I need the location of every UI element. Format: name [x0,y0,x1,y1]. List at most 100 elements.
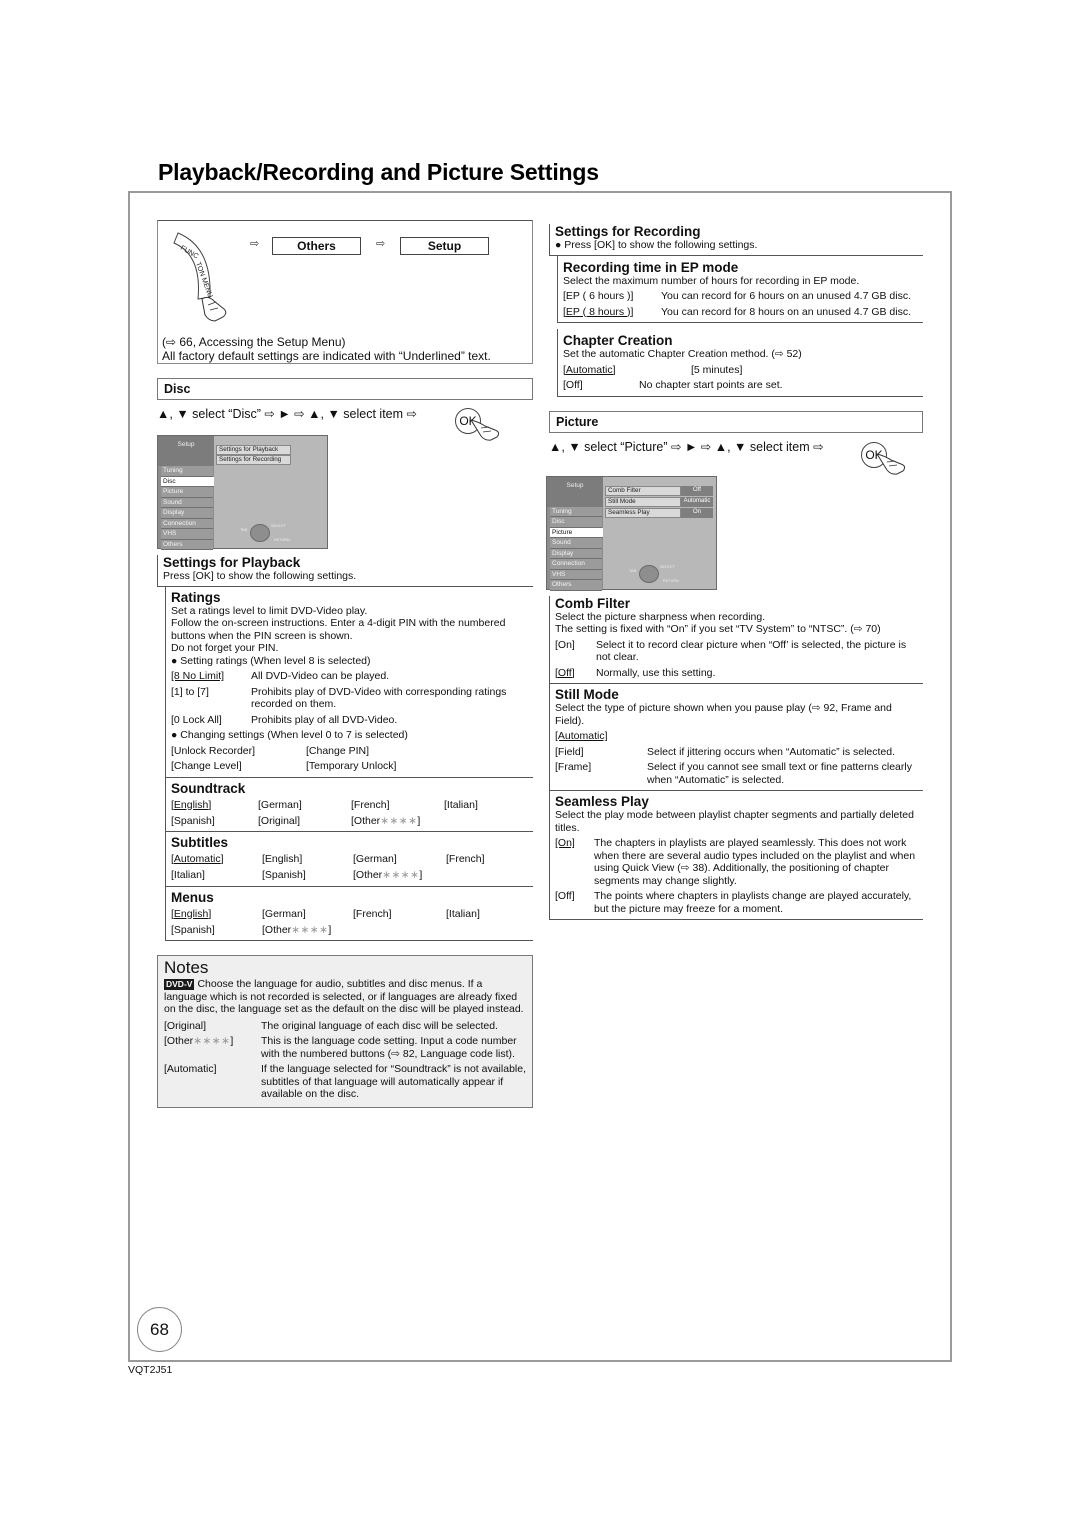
comb-filter-block: Comb Filter Select the picture sharpness… [549,595,923,684]
ep-option-desc: You can record for 6 hours on an unused … [661,290,912,302]
sidebar-item-display[interactable]: Display [550,548,602,559]
subtitles-options: [Automatic] [English] [German] [French] [Ita… [171,853,533,882]
sidebar-item-sound[interactable]: Sound [550,538,602,549]
sidebar-item-picture[interactable]: Picture [161,487,213,498]
soundtrack-option-german: [German] [258,798,302,811]
sidebar-item-tuning[interactable]: Tuning [161,466,213,477]
others-button[interactable]: Others [272,237,361,255]
sidebar-item-connection[interactable]: Connection [161,518,213,529]
menus-option-english: [English] [171,907,212,920]
temporary-unlock-option: [Temporary Unlock] [306,760,397,772]
still-mode-default-row: [Automatic] [555,730,923,743]
sidebar-item-disc[interactable]: Disc [550,517,602,528]
sidebar-item-connection[interactable]: Connection [550,559,602,570]
settings-for-playback-desc: Press [OK] to show the following setting… [163,570,357,582]
sidebar-item-picture[interactable]: Picture [550,527,603,538]
change-level-option: [Change Level] [171,760,242,772]
subtitles-option-english: [English] [262,853,303,865]
soundtrack-options: [English] [German] [French] [Italian] [Spani… [171,799,533,828]
notes-item-desc: If the language selected for “Soundtrack… [261,1063,526,1100]
ratings-option-desc: Prohibits play of DVD-Video with corresp… [251,685,507,711]
comb-filter-heading: Comb Filter [555,595,631,611]
ep-mode-block: Recording time in EP mode Select the max… [557,255,923,323]
subtitles-heading: Subtitles [171,835,229,850]
function-menu-box: FUNC TON MENU ⇨ Others ⇨ Setup (⇨ 66, Ac… [157,220,533,364]
settings-for-recording-option[interactable]: Settings for Recording [216,455,291,465]
ratings-option-key: [1] to [7] [171,685,209,698]
still-mode-option-desc: Select if you cannot see small text or f… [647,761,912,786]
setup-sidebar: Setup Tuning Disc Picture Sound Display … [158,436,214,550]
chapter-creation-desc: Set the automatic Chapter Creation metho… [563,348,802,360]
menus-heading: Menus [171,889,214,905]
arrow-icon: ⇨ [376,238,386,250]
still-mode-value: Automatic [681,496,713,507]
setup-button[interactable]: Setup [400,237,489,255]
chapter-5min-option: [5 minutes] [691,363,743,376]
menus-block: Menus [English] [German] [French] [Italian]… [165,886,533,941]
seamless-play-option-key: [Off] [555,890,575,902]
ep-option-key: [EP ( 6 hours )] [563,290,634,302]
settings-for-playback-option[interactable]: Settings for Playback [216,445,291,455]
comb-filter-option-row: [Off] Normally, use this setting. [555,667,923,680]
chapter-off-option: [Off] [563,379,583,391]
sidebar-item-display[interactable]: Display [161,508,213,519]
still-mode-option-row: [Frame] Select if you cannot see small t… [555,761,923,786]
disc-nav-text: ▲, ▼ select “Disc” ⇨ ► ⇨ ▲, ▼ select ite… [157,407,417,421]
sidebar-item-others[interactable]: Others [161,539,213,550]
default-settings-note: All factory default settings are indicat… [162,349,491,363]
ratings-bullet-1: ● Setting ratings (When level 8 is selec… [171,654,371,667]
ratings-bullet-2: ● Changing settings (When level 0 to 7 i… [171,729,408,741]
disc-setup-screen: Setup Tuning Disc Picture Sound Display … [157,435,328,550]
pointing-hand-icon [469,419,500,441]
still-mode-desc: Select the type of picture shown when yo… [555,702,892,727]
comb-filter-option[interactable]: Comb Filter [605,485,681,496]
soundtrack-option-spanish: [Spanish] [171,814,215,827]
comb-filter-option-row: [On] Select it to record clear picture w… [555,639,923,664]
picture-nav-instruction: ▲, ▼ select “Picture” ⇨ ► ⇨ ▲, ▼ select … [549,433,923,475]
notes-item-key: [Original] [164,1019,207,1032]
ratings-heading: Ratings [171,589,221,605]
subtitles-option-french: [French] [446,853,485,865]
soundtrack-option-english: [English] [171,798,212,811]
ep-mode-heading: Recording time in EP mode [563,259,739,275]
sidebar-item-vhs[interactable]: VHS [550,569,602,580]
chapter-creation-block: Chapter Creation Set the automatic Chapt… [557,329,923,397]
menus-option-other: [Other∗∗∗∗] [262,923,332,936]
comb-filter-option-key: [On] [555,638,575,651]
seamless-play-value: On [681,507,713,518]
notes-title: Notes [164,958,209,977]
ep-option-row: [EP ( 6 hours )] You can record for 6 ho… [563,290,923,303]
settings-for-playback-heading: Settings for Playback [163,555,301,570]
remote-control-icon [639,564,659,583]
sidebar-item-others[interactable]: Others [550,580,602,591]
settings-for-playback-block: Settings for Playback Press [OK] to show… [157,555,533,587]
picture-section-header: Picture [549,410,923,433]
seamless-play-option[interactable]: Seamless Play [605,507,681,518]
seamless-play-option-row: [On] The chapters in playlists are playe… [555,837,923,887]
soundtrack-option-italian: [Italian] [444,798,478,811]
settings-for-recording-desc: ● Press [OK] to show the following setti… [555,239,758,251]
notes-item-key: [Other∗∗∗∗] [164,1035,234,1047]
menus-options: [English] [German] [French] [Italian] [Spani… [171,908,533,937]
sidebar-item-disc[interactable]: Disc [161,476,214,487]
unlock-recorder-option: [Unlock Recorder] [171,744,256,757]
seamless-play-heading: Seamless Play [555,794,649,809]
still-mode-option-row: [Field] Select if jittering occurs when … [555,746,923,759]
ratings-option-key: [0 Lock All] [171,713,222,726]
comb-filter-option-key: [Off] [555,666,575,679]
notes-item: [Automatic] If the language selected for… [164,1063,527,1101]
chapter-option-row: [Off] No chapter start points are set. [563,379,923,392]
settings-for-recording-heading: Settings for Recording [555,224,701,239]
still-mode-option-key: [Field] [555,745,584,758]
sidebar-item-vhs[interactable]: VHS [161,529,213,540]
subtitles-block: Subtitles [Automatic] [English] [German] [F… [165,832,533,887]
ratings-change-row: [Unlock Recorder] [Change PIN] [171,745,533,758]
pointing-hand-icon [875,452,906,475]
seamless-play-desc: Select the play mode between playlist ch… [555,809,914,834]
subtitles-option-other: [Other∗∗∗∗] [353,869,423,881]
notes-item-desc: The original language of each disc will … [261,1019,498,1032]
sidebar-item-tuning[interactable]: Tuning [550,506,602,517]
still-mode-option[interactable]: Still Mode [605,496,681,507]
chapter-option-row: [Automatic] [5 minutes] [563,364,923,377]
sidebar-item-sound[interactable]: Sound [161,497,213,508]
